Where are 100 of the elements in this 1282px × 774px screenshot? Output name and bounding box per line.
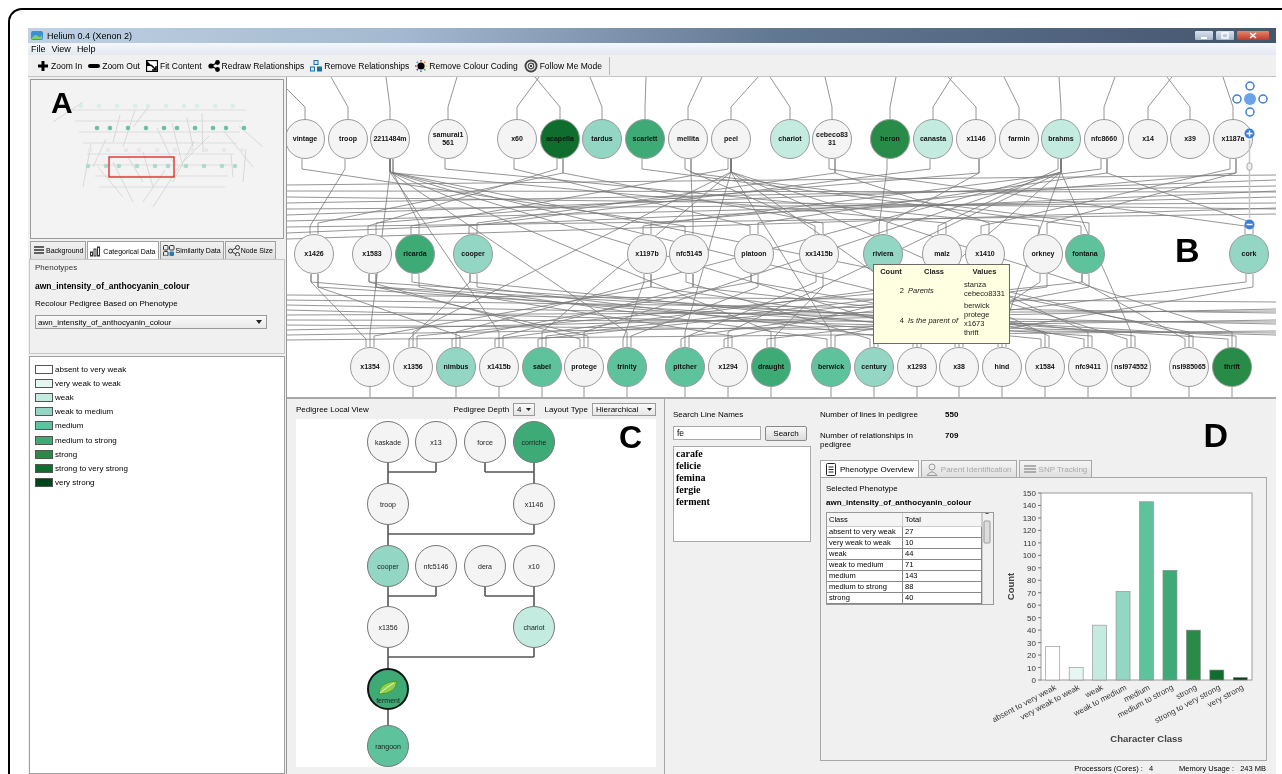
target-icon xyxy=(523,58,538,73)
grid-squares-icon xyxy=(162,245,175,256)
axis-tick-label: 60 xyxy=(1027,601,1036,611)
phenotype-name: awn_intensity_of_anthocyanin_colour xyxy=(35,281,191,291)
axis-tick-label: 30 xyxy=(1027,638,1036,648)
axis-title: Count xyxy=(1005,572,1016,601)
menu-item[interactable]: Help xyxy=(73,44,99,54)
depth-dropdown[interactable]: 4 xyxy=(513,402,535,416)
axis-tick-label: 10 xyxy=(1027,663,1036,673)
bar-chart-icon xyxy=(90,245,103,257)
document-icon xyxy=(825,462,837,476)
phenotype-name: awn_intensity_of_anthocyanin_colour xyxy=(826,498,973,507)
search-field[interactable]: fe xyxy=(673,426,761,440)
axis-tick-label: 100 xyxy=(1022,551,1036,561)
search-result[interactable]: felicie xyxy=(676,460,808,472)
stat-value: 709 xyxy=(945,431,959,442)
depth-label: Pedigree Depth xyxy=(453,404,510,414)
toolbar-button[interactable]: Zoom Out xyxy=(87,59,141,72)
axis-tick-label: 120 xyxy=(1022,526,1036,536)
toolbar-button[interactable]: Remove Relationships xyxy=(309,59,411,72)
toolbar-button[interactable]: Zoom In xyxy=(36,59,84,72)
panel-tab[interactable]: Phenotype Overview xyxy=(820,460,919,477)
layout-label: Layout Type xyxy=(544,404,588,414)
chart-bar xyxy=(1092,624,1107,681)
panel-annotation: C xyxy=(618,421,642,453)
zoom-out-icon[interactable] xyxy=(1244,219,1255,230)
chart-bar xyxy=(1233,677,1248,681)
stat-label: Number of lines in pedigree xyxy=(820,410,919,419)
person-icon xyxy=(925,462,938,476)
window-title: Helium 0.4 (Xenon 2) xyxy=(47,30,133,41)
legend-label: strong to very strong xyxy=(55,463,128,473)
axis-tick-label: 80 xyxy=(1027,576,1036,586)
axis-tick-label: 140 xyxy=(1022,501,1036,511)
legend-label: medium to strong xyxy=(55,435,117,445)
maximize-button[interactable] xyxy=(1215,30,1235,41)
connector-line xyxy=(387,709,389,726)
chart-bar xyxy=(1186,629,1201,681)
search-result[interactable]: carafe xyxy=(676,448,808,460)
menu-item[interactable]: File xyxy=(28,44,49,54)
legend-label: absent to very weak xyxy=(55,364,127,374)
layout-dropdown[interactable]: Hierarchical xyxy=(592,402,656,416)
lines-icon xyxy=(33,245,45,256)
axis-tick-label: 70 xyxy=(1027,588,1036,598)
legend-label: weak to medium xyxy=(55,407,114,417)
close-icon xyxy=(1249,32,1257,39)
axis-tick-label: 40 xyxy=(1027,626,1036,636)
axis-tick-label: 150 xyxy=(1022,489,1036,498)
search-result[interactable]: femina xyxy=(676,472,808,484)
legend-label: strong xyxy=(55,449,78,459)
legend-label: very weak to weak xyxy=(55,378,121,388)
axis-tick-label: 20 xyxy=(1027,651,1036,661)
axis-title: Character Class xyxy=(1110,733,1183,744)
viewport-frame[interactable] xyxy=(108,156,175,178)
caret-icon xyxy=(256,320,262,324)
share-nodes-icon xyxy=(207,59,220,72)
zoom-in-icon[interactable] xyxy=(1244,128,1255,139)
field-label: Selected Phenotype xyxy=(826,484,899,493)
plus-icon xyxy=(37,59,49,72)
axis-tick-label: 110 xyxy=(1023,538,1036,548)
axis-tick-label: 0 xyxy=(1031,676,1036,685)
legend-label: medium xyxy=(55,421,84,431)
caret-icon xyxy=(525,407,531,411)
share-nodes-icon xyxy=(227,245,240,256)
search-result[interactable]: ferment xyxy=(676,496,808,508)
menu-item[interactable]: View xyxy=(48,44,74,54)
chart-bar xyxy=(1068,667,1084,681)
pan-control-icon[interactable] xyxy=(1232,81,1268,117)
leaf-icon xyxy=(377,680,399,696)
stat-value: 550 xyxy=(945,410,959,419)
recolour-label: Recolour Pedigree Based on Phenotype xyxy=(35,299,179,308)
app-icon xyxy=(31,30,43,41)
caret-icon xyxy=(647,407,652,411)
toolbar-button[interactable]: Redraw Relationships xyxy=(206,59,306,72)
minimize-button[interactable] xyxy=(1194,30,1214,41)
panel-annotation: D xyxy=(1203,418,1228,452)
fit-content-icon xyxy=(146,59,158,72)
chart-bar xyxy=(1045,646,1060,681)
maximize-icon xyxy=(1221,32,1229,39)
toolbar-button[interactable]: Remove Colour Coding xyxy=(414,59,519,72)
legend-label: very strong xyxy=(55,478,95,488)
stat-label: Number of relationships in pedigree xyxy=(820,431,914,449)
colour-wheel-icon xyxy=(415,59,428,72)
search-button[interactable]: Search xyxy=(765,426,807,441)
zoom-slider-icon[interactable] xyxy=(1246,140,1253,218)
phenotype-dropdown[interactable]: awn_intensity_of_anthocyanin_colour xyxy=(35,315,267,329)
panel-title: Pedigree Local View xyxy=(296,404,369,414)
table-scrollbar[interactable] xyxy=(982,513,993,604)
axis-tick-label: 50 xyxy=(1027,613,1036,623)
close-button[interactable] xyxy=(1236,30,1270,41)
toolbar-button[interactable]: Fit Content xyxy=(145,59,203,72)
axis-tick-label: 90 xyxy=(1027,563,1036,573)
axis-tick-label: 130 xyxy=(1022,513,1036,523)
legend-label: weak xyxy=(55,392,74,402)
search-result[interactable]: fergie xyxy=(676,484,808,496)
chart-bar xyxy=(1209,669,1225,681)
toolbar-button[interactable]: Follow Me Mode xyxy=(522,58,603,73)
lines-icon xyxy=(1023,462,1036,476)
panel-annotation: B xyxy=(1175,233,1200,267)
group-title: Phenotypes xyxy=(35,263,79,272)
squares-icon xyxy=(310,59,323,72)
